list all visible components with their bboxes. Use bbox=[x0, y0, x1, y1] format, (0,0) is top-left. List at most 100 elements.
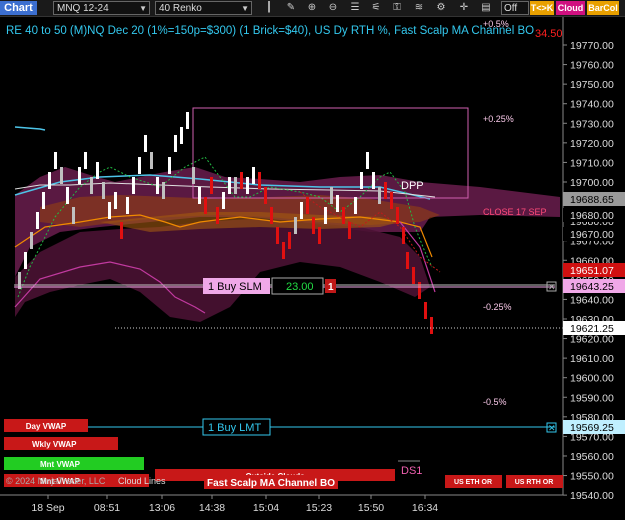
mnt-vwap-label: Mnt VWAP bbox=[40, 460, 81, 469]
x-tick-label: 08:51 bbox=[94, 502, 120, 514]
y-tick-label: 19760.00 bbox=[570, 60, 614, 72]
renko-brick bbox=[318, 227, 321, 244]
y-tick-label: 19550.00 bbox=[570, 471, 614, 483]
renko-brick bbox=[186, 112, 189, 129]
renko-brick bbox=[126, 197, 129, 214]
renko-brick bbox=[372, 172, 375, 189]
buy-slm-qty: 1 bbox=[328, 282, 334, 293]
renko-brick bbox=[90, 177, 93, 194]
instrument-selector[interactable]: MNQ 12-24 ▼ bbox=[53, 1, 150, 15]
renko-brick bbox=[42, 192, 45, 209]
day-vwap-label: Day VWAP bbox=[26, 422, 67, 431]
renko-brick bbox=[324, 207, 327, 224]
corner-value: 34.50 bbox=[535, 28, 563, 40]
y-tick-label: 19590.00 bbox=[570, 392, 614, 404]
y-tick-label: 19620.00 bbox=[570, 334, 614, 346]
dpp-label: DPP bbox=[401, 180, 424, 192]
x-tick-label: 14:38 bbox=[199, 502, 225, 514]
chart-trader-icon[interactable]: ▤ bbox=[479, 1, 493, 15]
renko-brick bbox=[48, 172, 51, 189]
renko-brick bbox=[282, 242, 285, 259]
pencil-icon[interactable]: ✎ bbox=[284, 1, 298, 15]
y-tick-label: 19600.00 bbox=[570, 373, 614, 385]
y-tick-label: 19610.00 bbox=[570, 353, 614, 365]
close-icon-glyph: ✕ bbox=[548, 282, 556, 292]
window-label[interactable]: Chart bbox=[0, 1, 37, 15]
chevron-down-icon: ▼ bbox=[241, 4, 249, 13]
y-tick-label: 19750.00 bbox=[570, 79, 614, 91]
zoom-out-icon[interactable]: ⊖ bbox=[326, 1, 340, 15]
renko-brick bbox=[330, 187, 333, 204]
renko-brick bbox=[174, 135, 177, 152]
ds1-label: DS1 bbox=[401, 465, 422, 477]
properties-icon[interactable]: ☰ bbox=[348, 1, 362, 15]
price-marker-label: 19680.00 bbox=[570, 210, 614, 222]
y-tick-label: 19720.00 bbox=[570, 138, 614, 150]
x-tick-label: 13:06 bbox=[149, 502, 175, 514]
y-tick-label: 19730.00 bbox=[570, 118, 614, 130]
renko-brick bbox=[252, 167, 255, 184]
renko-brick bbox=[54, 152, 57, 169]
y-tick-label: 19770.00 bbox=[570, 40, 614, 52]
renko-brick bbox=[144, 135, 147, 152]
chevron-down-icon: ▼ bbox=[139, 4, 147, 13]
renko-brick bbox=[108, 202, 111, 219]
renko-brick bbox=[198, 187, 201, 204]
barcol-toggle-button[interactable]: BarCol bbox=[587, 1, 619, 15]
renko-brick bbox=[222, 192, 225, 209]
bar-type-selector[interactable]: 40 Renko ▼ bbox=[155, 1, 252, 15]
copyright-text: © 2024 NinjaTrader, LLC bbox=[6, 476, 106, 486]
zoom-in-icon[interactable]: ⊕ bbox=[305, 1, 319, 15]
pct-label-minus-0-5: -0.5% bbox=[483, 397, 507, 407]
renko-brick bbox=[162, 182, 165, 199]
lock-icon[interactable]: ⚿ bbox=[390, 1, 404, 15]
indicators-icon[interactable]: ≋ bbox=[412, 1, 426, 15]
renko-brick bbox=[72, 207, 75, 224]
renko-brick bbox=[204, 197, 207, 214]
x-tick-label: 15:04 bbox=[253, 502, 279, 514]
renko-brick bbox=[246, 177, 249, 194]
renko-brick bbox=[406, 252, 409, 269]
instrument-value: MNQ 12-24 bbox=[57, 3, 109, 14]
chart-toolbar: Chart MNQ 12-24 ▼ 40 Renko ▼ ┃ ✎ ⊕ ⊖ ☰ ⚟… bbox=[0, 0, 625, 17]
renko-brick bbox=[234, 177, 237, 194]
price-marker-label: 19670.00 bbox=[570, 229, 614, 241]
renko-brick bbox=[378, 187, 381, 204]
renko-brick bbox=[96, 162, 99, 179]
off-value: Off bbox=[504, 3, 518, 14]
tk-toggle-button[interactable]: T<>K bbox=[530, 1, 554, 15]
price-marker-label: 19621.25 bbox=[570, 323, 614, 335]
y-tick-label: 19540.00 bbox=[570, 490, 614, 502]
chart-canvas[interactable]: +0.5% +0.25% -0.25% -0.5% CLOSE 17 SEP D… bbox=[0, 17, 625, 520]
buy-slm-label: 1 Buy SLM bbox=[208, 281, 262, 293]
strategies-icon[interactable]: ⚙ bbox=[434, 1, 448, 15]
renko-brick bbox=[66, 187, 69, 204]
renko-brick bbox=[390, 192, 393, 209]
renko-brick bbox=[258, 172, 261, 189]
y-tick-label: 19640.00 bbox=[570, 294, 614, 306]
renko-brick bbox=[120, 222, 123, 239]
price-marker-label: 19643.25 bbox=[570, 281, 614, 293]
crosshair-icon[interactable]: ✛ bbox=[457, 1, 471, 15]
close-icon-glyph: ✕ bbox=[548, 423, 556, 433]
renko-brick bbox=[276, 227, 279, 244]
y-tick-label: 19560.00 bbox=[570, 451, 614, 463]
buy-lmt-label: 1 Buy LMT bbox=[208, 422, 261, 434]
y-tick-label: 19710.00 bbox=[570, 157, 614, 169]
renko-brick bbox=[18, 272, 21, 289]
bar-chart-icon[interactable]: ┃ bbox=[262, 1, 276, 15]
renko-brick bbox=[288, 232, 291, 249]
renko-brick bbox=[384, 182, 387, 199]
us-eth-or-label: US ETH OR bbox=[454, 479, 492, 486]
renko-brick bbox=[36, 212, 39, 229]
renko-brick bbox=[210, 177, 213, 194]
drawing-tools-icon[interactable]: ⚟ bbox=[369, 1, 383, 15]
off-selector[interactable]: Off bbox=[501, 1, 529, 15]
cloud-toggle-button[interactable]: Cloud bbox=[556, 1, 585, 15]
renko-brick bbox=[306, 197, 309, 214]
renko-brick bbox=[312, 217, 315, 234]
renko-brick bbox=[102, 182, 105, 199]
bar-type-value: 40 Renko bbox=[159, 3, 202, 14]
y-tick-label: 19740.00 bbox=[570, 99, 614, 111]
renko-brick bbox=[156, 177, 159, 194]
